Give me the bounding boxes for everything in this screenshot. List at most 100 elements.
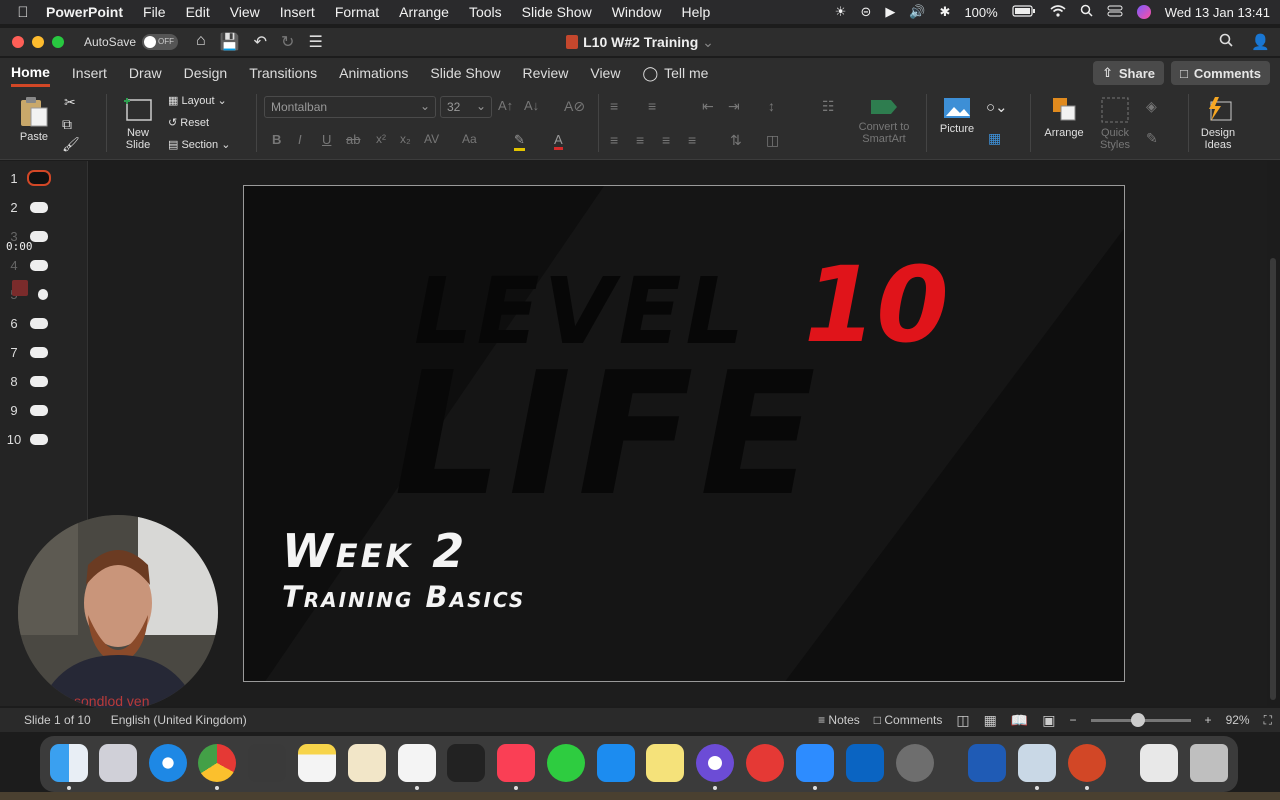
slide-title[interactable]: Week 2 [282,524,467,578]
tab-home[interactable]: Home [11,59,50,87]
music-icon[interactable] [497,744,535,782]
superscript-icon[interactable]: x² [376,132,386,146]
convert-to-smartart-button[interactable]: Convert to SmartArt [852,96,916,145]
bullets-icon[interactable]: ≡ [610,98,618,114]
zoom-window-button[interactable] [52,36,64,48]
section-button[interactable]: ▤ Section ⌄ [168,138,230,151]
battery-icon[interactable] [1012,4,1036,20]
menu-window[interactable]: Window [612,4,662,20]
bluetooth-icon[interactable]: ✱ [940,4,951,20]
volume-icon[interactable]: 🔊 [909,4,925,20]
zoom-in-icon[interactable]: + [1205,713,1212,727]
menu-view[interactable]: View [230,4,260,20]
autosave-toggle[interactable]: OFF [142,34,179,50]
brightness-icon[interactable]: ☀ [835,4,847,20]
play-icon[interactable]: ▶ [885,4,895,20]
subscript-icon[interactable]: x₂ [400,132,411,146]
stop-recording-icon[interactable] [12,280,28,296]
italic-icon[interactable]: I [298,132,302,147]
word-icon[interactable] [968,744,1006,782]
tab-view[interactable]: View [590,60,620,86]
home-icon[interactable]: ⌂ [196,32,206,52]
tell-me[interactable]: ◯ Tell me [642,65,708,82]
font-name-select[interactable]: Montalban ⌄ [264,96,436,118]
numbers-icon[interactable] [398,744,436,782]
mail-icon[interactable] [746,744,784,782]
increase-indent-icon[interactable]: ⇥ [728,98,740,115]
apple-icon[interactable]:  [0,4,46,21]
layout-button[interactable]: ▦ Layout ⌄ [168,94,227,107]
decrease-indent-icon[interactable]: ⇤ [702,98,714,115]
whatsapp-icon[interactable] [547,744,585,782]
notes-button[interactable]: ≡ Notes [818,713,860,727]
stickies-icon[interactable] [646,744,684,782]
account-icon[interactable]: 👤 [1251,33,1270,51]
language-indicator[interactable]: English (United Kingdom) [111,713,247,727]
paste-button[interactable]: Paste [14,96,54,143]
chrome-icon[interactable] [198,744,236,782]
pages-icon[interactable] [348,744,386,782]
new-slide-button[interactable]: New Slide [114,96,162,151]
slide-thumb-1[interactable]: 1 [0,167,88,189]
format-painter-icon[interactable]: 🖌 [62,136,80,153]
quick-styles-button[interactable]: Quick Styles [1094,96,1136,151]
align-right-icon[interactable]: ≡ [662,132,670,148]
menu-app-name[interactable]: PowerPoint [46,4,123,20]
slide-thumb-7[interactable]: 7 [0,341,88,363]
font-color-icon[interactable]: A [554,132,563,150]
vertical-scrollbar[interactable] [1270,258,1276,700]
slide-thumb-2[interactable]: 2 [0,196,88,218]
calculator-icon[interactable] [248,744,286,782]
flower-app-icon[interactable] [696,744,734,782]
text-box-icon[interactable]: ▦ [988,130,1001,147]
character-spacing-icon[interactable]: AV [424,132,439,146]
tab-animations[interactable]: Animations [339,60,408,86]
zoom-app-icon[interactable] [796,744,834,782]
zoom-slider-knob[interactable] [1130,712,1145,727]
arrange-button[interactable]: Arrange [1040,96,1088,139]
tab-review[interactable]: Review [522,60,568,86]
siri-icon[interactable] [1136,5,1151,19]
sync-icon[interactable]: ⊝ [860,4,871,20]
tab-design[interactable]: Design [184,60,228,86]
powerpoint-icon[interactable] [1068,744,1106,782]
slide-canvas[interactable]: LEVEL 10 LIFE Week 2 Training Basics [243,185,1125,682]
chevron-down-icon[interactable]: ⌄ [702,34,714,50]
reading-view-icon[interactable]: 📖 [1011,712,1028,729]
copy-icon[interactable]: ⧉ [62,116,72,133]
wifi-icon[interactable] [1050,4,1066,20]
outlook-icon[interactable] [846,744,884,782]
menu-format[interactable]: Format [335,4,379,20]
shapes-icon[interactable]: ○⌄ [986,98,1008,116]
close-window-button[interactable] [12,36,24,48]
cut-icon[interactable]: ✂ [64,94,76,111]
notes-app-icon[interactable] [298,744,336,782]
launchpad-icon[interactable] [99,744,137,782]
tab-slide-show[interactable]: Slide Show [430,60,500,86]
shape-outline-icon[interactable]: ✎ [1146,130,1158,147]
undo-icon[interactable]: ↶ [254,32,267,52]
fit-to-window-icon[interactable]: ⛶ [1264,713,1272,728]
align-text-icon[interactable]: ◫ [766,132,779,149]
line-spacing-icon[interactable]: ↕ [768,98,775,114]
clear-format-icon[interactable]: A⊘ [564,98,585,115]
slide-thumb-8[interactable]: 8 [0,370,88,392]
search-icon[interactable] [1219,33,1233,51]
increase-font-icon[interactable]: A↑ [498,98,513,113]
menu-tools[interactable]: Tools [469,4,502,20]
picture-button[interactable]: Picture [934,96,980,135]
change-case-icon[interactable]: Aa [462,132,477,146]
save-icon[interactable]: 💾 [220,32,240,52]
spotlight-icon[interactable] [1080,4,1093,20]
font-size-select[interactable]: 32 ⌄ [440,96,492,118]
reset-button[interactable]: ↺ Reset [168,116,209,129]
tab-insert[interactable]: Insert [72,60,107,86]
decrease-font-icon[interactable]: A↓ [524,98,539,113]
customize-toolbar-icon[interactable]: ☰ [308,32,322,52]
menu-datetime[interactable]: Wed 13 Jan 13:41 [1165,5,1270,20]
control-center-icon[interactable] [1107,5,1123,20]
battery-percent[interactable]: 100% [964,5,997,20]
menu-insert[interactable]: Insert [280,4,315,20]
slide-sorter-icon[interactable]: ▦ [984,712,997,729]
zoom-slider[interactable] [1090,712,1191,727]
